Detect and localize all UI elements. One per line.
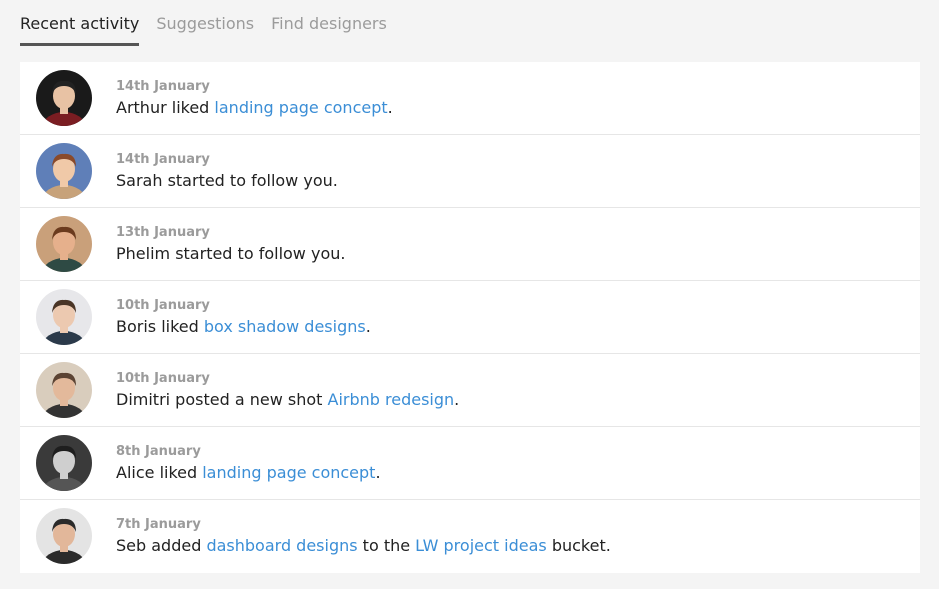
activity-row: 13th January Phelim started to follow you… [20, 208, 920, 281]
activity-row: 14th January Arthur liked landing page co… [20, 62, 920, 135]
avatar[interactable] [36, 70, 92, 126]
tab-bar: Recent activity Suggestions Find designers [20, 0, 387, 46]
activity-message-text: to the [357, 536, 416, 555]
activity-row: 10th January Dimitri posted a new shot Ai… [20, 354, 920, 427]
avatar[interactable] [36, 362, 92, 418]
activity-link[interactable]: LW project ideas [415, 536, 547, 555]
activity-message: Arthur liked landing page concept. [116, 97, 393, 119]
activity-text: 7th January Seb added dashboard designs t… [116, 516, 611, 557]
activity-message-text: bucket. [546, 536, 611, 555]
activity-message-text: Arthur liked [116, 98, 215, 117]
activity-date: 10th January [116, 298, 210, 313]
activity-message-text: . [454, 390, 460, 409]
activity-message-text: . [387, 98, 393, 117]
activity-link[interactable]: landing page concept [202, 463, 375, 482]
activity-text: 10th January Dimitri posted a new shot Ai… [116, 370, 459, 411]
activity-message-text: . [375, 463, 381, 482]
activity-link[interactable]: dashboard designs [206, 536, 357, 555]
activity-link[interactable]: Airbnb redesign [328, 390, 455, 409]
tab-recent-activity[interactable]: Recent activity [20, 0, 140, 46]
avatar[interactable] [36, 508, 92, 564]
activity-message: Boris liked box shadow designs. [116, 316, 371, 338]
tab-find-designers[interactable]: Find designers [271, 0, 387, 46]
avatar[interactable] [36, 216, 92, 272]
activity-text: 8th January Alice liked landing page conc… [116, 443, 381, 484]
activity-message-text: . [365, 317, 371, 336]
activity-message: Phelim started to follow you. [116, 243, 345, 265]
activity-date: 8th January [116, 444, 201, 459]
activity-date: 14th January [116, 152, 210, 167]
activity-row: 8th January Alice liked landing page conc… [20, 427, 920, 500]
activity-message-text: Dimitri posted a new shot [116, 390, 328, 409]
activity-date: 7th January [116, 517, 201, 532]
activity-text: 10th January Boris liked box shadow desig… [116, 297, 371, 338]
activity-message: Alice liked landing page concept. [116, 462, 381, 484]
activity-message-text: Phelim started to follow you. [116, 244, 346, 263]
activity-text: 14th January Sarah started to follow you. [116, 151, 338, 192]
avatar[interactable] [36, 143, 92, 199]
activity-row: 7th January Seb added dashboard designs t… [20, 500, 920, 573]
activity-message-text: Seb added [116, 536, 207, 555]
tab-suggestions[interactable]: Suggestions [156, 0, 254, 46]
activity-link[interactable]: box shadow designs [204, 317, 366, 336]
activity-message-text: Boris liked [116, 317, 204, 336]
activity-link[interactable]: landing page concept [214, 98, 387, 117]
activity-message-text: Alice liked [116, 463, 203, 482]
activity-text: 14th January Arthur liked landing page co… [116, 78, 393, 119]
activity-row: 10th January Boris liked box shadow desig… [20, 281, 920, 354]
activity-message: Sarah started to follow you. [116, 170, 338, 192]
activity-date: 13th January [116, 225, 210, 240]
activity-message-text: Sarah started to follow you. [116, 171, 338, 190]
activity-message: Seb added dashboard designs to the LW pr… [116, 535, 611, 557]
activity-date: 10th January [116, 371, 210, 386]
activity-text: 13th January Phelim started to follow you… [116, 224, 345, 265]
activity-date: 14th January [116, 79, 210, 94]
activity-row: 14th January Sarah started to follow you. [20, 135, 920, 208]
activity-message: Dimitri posted a new shot Airbnb redesig… [116, 389, 459, 411]
avatar[interactable] [36, 435, 92, 491]
activity-feed: 14th January Arthur liked landing page co… [20, 62, 920, 573]
avatar[interactable] [36, 289, 92, 345]
